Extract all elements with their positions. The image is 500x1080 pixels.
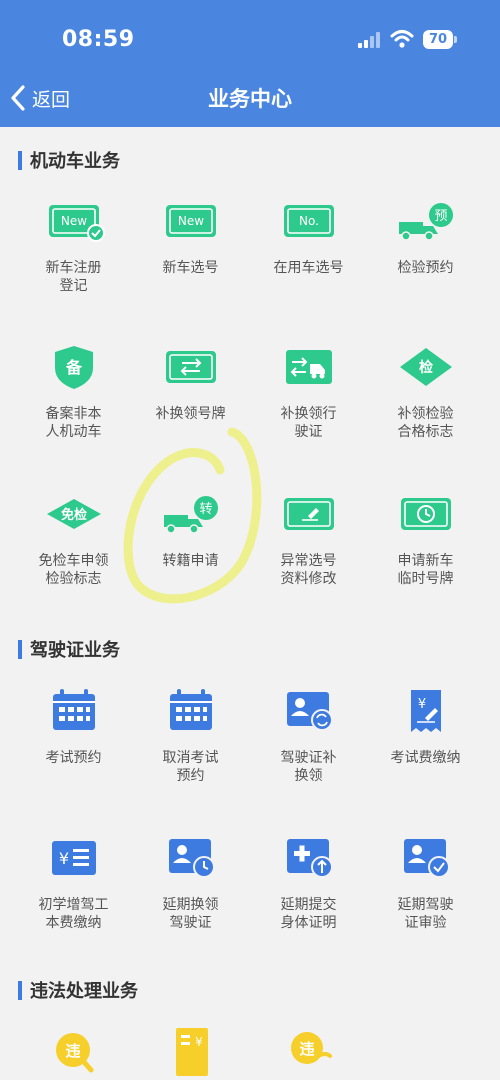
tile-replace-plate[interactable]: 补换领号牌 [132, 342, 249, 423]
medical-upload-icon [286, 839, 333, 878]
tile-license-replace[interactable]: 驾驶证补 换领 [250, 686, 367, 785]
top-nav-bar: 08:59 70 返回 业务中心 [0, 0, 500, 127]
tile-label: 新车选号 [162, 260, 219, 276]
violation-hand-icon: 违 [290, 1032, 332, 1064]
svg-text:New: New [60, 214, 86, 228]
tile-label: 取消考试 预约 [162, 750, 219, 784]
tile-extend-license-review[interactable]: 延期驾驶 证审验 [367, 833, 484, 932]
tile-inspection-booking[interactable]: 预 检验预约 [367, 196, 484, 277]
section-title-violation: 违法处理业务 [18, 977, 138, 1003]
tile-label: 在用车选号 [273, 260, 344, 276]
plate-exchange-icon [165, 351, 216, 383]
new-plate-check-icon: New [48, 205, 105, 242]
tile-label: 免检车申领 检验标志 [38, 553, 109, 587]
id-card-exchange-icon [286, 692, 333, 731]
tile-learner-fee-payment[interactable]: ¥ 初学增驾工 本费缴纳 [15, 833, 132, 932]
tile-new-car-number[interactable]: New 新车选号 [132, 196, 249, 277]
tile-label: 延期换领 驾驶证 [162, 897, 219, 931]
tile-label: 新车注册 登记 [45, 260, 102, 294]
svg-text:预: 预 [434, 209, 447, 224]
tile-abnormal-number-edit[interactable]: 异常选号 资料修改 [250, 489, 367, 588]
tile-violation-payment[interactable]: ¥ [132, 1026, 249, 1080]
svg-text:检: 检 [419, 359, 433, 376]
tile-replace-inspection-mark[interactable]: 检 补领检验 合格标志 [367, 342, 484, 441]
tile-label: 延期提交 身体证明 [280, 897, 337, 931]
violation-search-icon: 违 [55, 1033, 93, 1073]
tile-violation-handling[interactable]: 违 [250, 1026, 367, 1080]
svg-text:转: 转 [199, 502, 212, 517]
svg-text:New: New [177, 214, 203, 228]
page-title: 业务中心 [208, 87, 292, 111]
id-card-check-icon [403, 839, 450, 878]
tile-label: 备案非本 人机动车 [45, 406, 102, 440]
battery-level: 70 [428, 32, 448, 47]
license-exchange-icon [285, 350, 332, 384]
tile-label: 检验预约 [397, 260, 454, 276]
tile-label: 驾驶证补 换领 [280, 750, 337, 784]
plate-edit-icon [283, 498, 334, 530]
fee-list-icon: ¥ [51, 841, 96, 875]
section-title-text: 机动车业务 [30, 151, 120, 172]
section-title-text: 违法处理业务 [30, 981, 138, 1002]
tile-violation-search[interactable]: 违 [15, 1026, 132, 1080]
tile-label: 异常选号 资料修改 [280, 553, 337, 587]
receipt-yuan-icon: ¥ [410, 690, 441, 732]
section-accent-bar [18, 150, 22, 170]
plate-clock-icon [400, 498, 451, 530]
svg-text:¥: ¥ [58, 849, 68, 868]
wifi-icon [390, 30, 414, 48]
tile-extend-health-certificate[interactable]: 延期提交 身体证明 [250, 833, 367, 932]
tile-label: 延期驾驶 证审验 [397, 897, 454, 931]
tile-filing-non-owner-vehicle[interactable]: 备 备案非本 人机动车 [15, 342, 132, 441]
svg-text:违: 违 [65, 1042, 80, 1060]
tile-label: 补领检验 合格标志 [397, 406, 454, 440]
new-plate-icon: New [165, 205, 216, 237]
truck-booking-icon: 预 [398, 203, 453, 241]
svg-text:¥: ¥ [417, 697, 425, 712]
svg-text:No.: No. [299, 214, 319, 228]
exempt-inspection-icon: 免检 [46, 499, 101, 529]
section-title-license: 驾驶证业务 [18, 636, 120, 662]
tile-label: 考试费缴纳 [390, 750, 461, 766]
calendar-icon [169, 689, 212, 730]
calendar-icon [52, 689, 95, 730]
svg-text:免检: 免检 [60, 507, 86, 523]
tile-label: 补换领号牌 [155, 406, 226, 422]
tile-label: 考试预约 [45, 750, 102, 766]
svg-text:违: 违 [299, 1040, 314, 1058]
tile-label: 申请新车 临时号牌 [397, 553, 454, 587]
cellular-signal-icon [358, 32, 380, 48]
tile-transfer-application[interactable]: 转 转籍申请 [132, 489, 249, 570]
status-time: 08:59 [62, 27, 135, 52]
tile-label: 补换领行 驶证 [280, 406, 337, 440]
inspection-diamond-icon: 检 [399, 348, 452, 386]
tile-extend-license-renewal[interactable]: 延期换领 驾驶证 [132, 833, 249, 932]
battery-indicator: 70 [423, 30, 459, 49]
tile-exempt-inspection-mark[interactable]: 免检 免检车申领 检验标志 [15, 489, 132, 588]
tile-exam-fee-payment[interactable]: ¥ 考试费缴纳 [367, 686, 484, 767]
section-title-text: 驾驶证业务 [30, 640, 120, 661]
tile-exam-booking[interactable]: 考试预约 [15, 686, 132, 767]
tile-temporary-plate[interactable]: 申请新车 临时号牌 [367, 489, 484, 588]
tile-new-car-registration[interactable]: New 新车注册 登记 [15, 196, 132, 295]
tile-label: 初学增驾工 本费缴纳 [38, 897, 109, 931]
tile-replace-driving-permit[interactable]: 补换领行 驶证 [250, 342, 367, 441]
number-plate-icon: No. [283, 205, 334, 237]
truck-transfer-icon: 转 [163, 496, 218, 534]
tile-cancel-exam-booking[interactable]: 取消考试 预约 [132, 686, 249, 785]
shield-filing-icon: 备 [54, 346, 93, 389]
tile-used-car-number[interactable]: No. 在用车选号 [250, 196, 367, 277]
svg-text:¥: ¥ [195, 1035, 203, 1049]
section-title-vehicle: 机动车业务 [18, 147, 120, 173]
fine-ticket-icon: ¥ [175, 1028, 208, 1076]
tile-label: 转籍申请 [162, 553, 219, 569]
section-accent-bar [18, 980, 22, 1000]
svg-text:备: 备 [64, 358, 82, 377]
id-card-clock-icon [168, 839, 215, 878]
section-accent-bar [18, 639, 22, 659]
